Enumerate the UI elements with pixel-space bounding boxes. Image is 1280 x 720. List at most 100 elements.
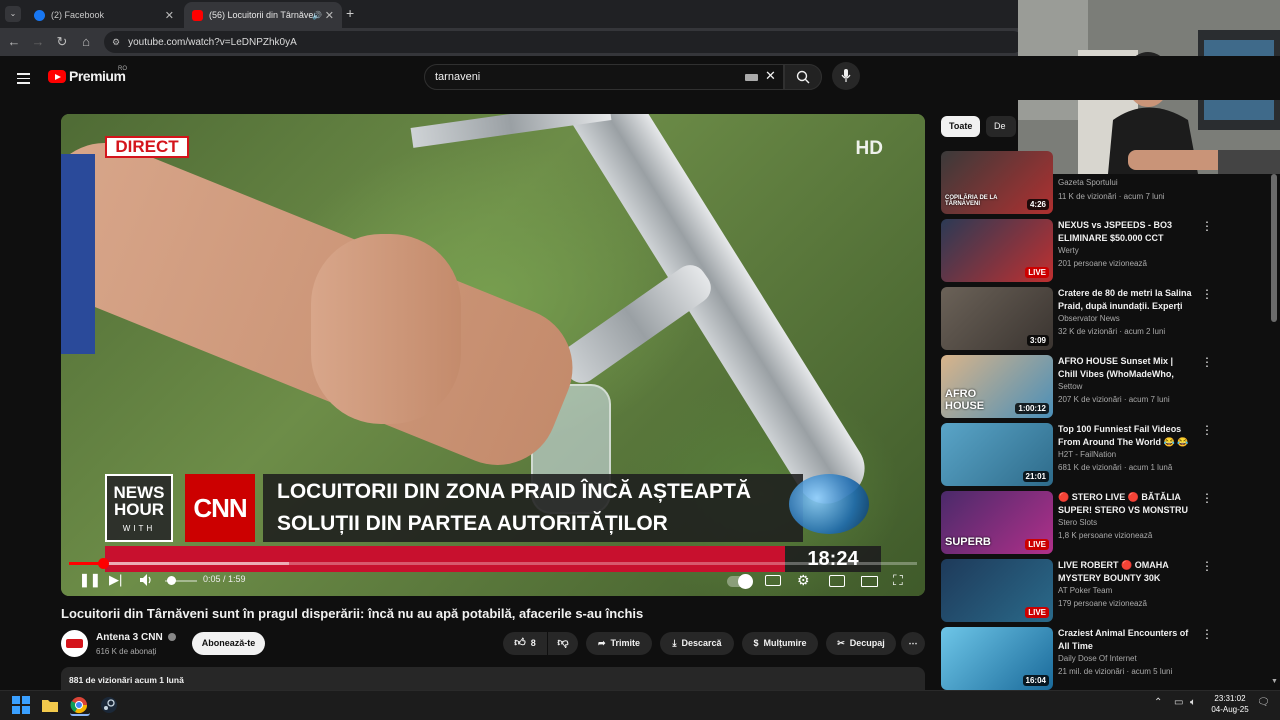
recommendation-title[interactable]: Cratere de 80 de metri la Salina Praid, …: [1058, 287, 1193, 313]
recommendation-item[interactable]: 3:09 Cratere de 80 de metri la Salina Pra…: [941, 287, 1271, 351]
youtube-logo-icon[interactable]: [48, 70, 66, 83]
recommendation-item[interactable]: 16:04 Craziest Animal Encounters of All T…: [941, 627, 1271, 691]
search-icon: [796, 70, 810, 84]
youtube-logo-text[interactable]: Premium: [69, 68, 126, 84]
file-explorer-icon[interactable]: [41, 696, 61, 716]
recommendation-channel[interactable]: Observator News: [1058, 314, 1120, 323]
recommendation-item[interactable]: LIVE LIVE ROBERT 🔴 OMAHA MYSTERY BOUNTY 3…: [941, 559, 1271, 623]
video-thumbnail[interactable]: LIVE: [941, 219, 1053, 282]
progress-scrubber[interactable]: [97, 558, 109, 569]
recommendation-item[interactable]: LIVE NEXUS vs JSPEEDS - BO3 ELIMINARE $50…: [941, 219, 1271, 283]
notifications-icon[interactable]: 🗨︎: [1257, 697, 1270, 708]
system-clock[interactable]: 23:31:02 04-Aug-25: [1208, 693, 1252, 715]
tab-facebook[interactable]: (2) Facebook ✕: [26, 2, 182, 28]
recommendation-item[interactable]: AFRO HOUSE 1:00:12 AFRO HOUSE Sunset Mix |…: [941, 355, 1271, 419]
time-display: 0:05 / 1:59: [203, 574, 246, 584]
recommendation-channel[interactable]: H2T - FailNation: [1058, 450, 1116, 459]
recommendation-title[interactable]: AFRO HOUSE Sunset Mix | Chill Vibes (Who…: [1058, 355, 1193, 381]
scroll-down-icon[interactable]: ▼: [1271, 678, 1278, 685]
back-icon[interactable]: ←: [6, 34, 22, 50]
dislike-button[interactable]: 👎︎: [548, 632, 578, 655]
more-vertical-icon[interactable]: ⋮: [1201, 559, 1213, 573]
recommendation-title[interactable]: NEXUS vs JSPEEDS - BO3 ELIMINARE $50.000…: [1058, 219, 1193, 245]
recommendation-item[interactable]: COPILĂRIA DE LA TÂRNĂVENI 4:26 Gazeta Spor…: [941, 151, 1271, 215]
miniplayer-icon[interactable]: [829, 575, 845, 587]
site-info-icon[interactable]: ⚙: [112, 37, 120, 48]
forward-icon[interactable]: →: [30, 34, 46, 50]
close-tab-icon[interactable]: ✕: [165, 9, 174, 22]
address-bar[interactable]: ⚙ youtube.com/watch?v=LeDNPZhk0yA: [104, 31, 1024, 53]
settings-gear-icon[interactable]: ⚙: [797, 572, 810, 588]
recommendation-title[interactable]: 🔴 STERO LIVE 🔴 BĂTĂLIA SUPER! STERO VS M…: [1058, 491, 1193, 517]
like-button[interactable]: 👍︎ 8: [503, 632, 547, 655]
more-actions-button[interactable]: ⋯: [901, 632, 925, 655]
menu-icon[interactable]: [17, 70, 30, 87]
network-icon[interactable]: ▭: [1174, 697, 1183, 708]
more-vertical-icon[interactable]: ⋮: [1201, 287, 1213, 301]
video-thumbnail[interactable]: AFRO HOUSE 1:00:12: [941, 355, 1053, 418]
recommendation-title[interactable]: Top 100 Funniest Fail Videos From Around…: [1058, 423, 1193, 449]
fullscreen-icon[interactable]: ⛶: [893, 572, 903, 588]
channel-name[interactable]: Antena 3 CNN: [96, 632, 177, 643]
recommendation-title[interactable]: Craziest Animal Encounters of All Time: [1058, 627, 1193, 653]
theater-mode-icon[interactable]: [861, 576, 878, 587]
next-icon[interactable]: ▶|: [109, 572, 122, 588]
speaker-icon[interactable]: 🔈︎: [1190, 697, 1196, 708]
video-thumbnail[interactable]: COPILĂRIA DE LA TÂRNĂVENI 4:26: [941, 151, 1053, 214]
video-player[interactable]: DIRECT HD NEWS HOUR WITH CNN LOCUITORII …: [61, 114, 925, 596]
volume-icon[interactable]: [139, 573, 153, 587]
download-button[interactable]: ⤓ Descarcă: [660, 632, 734, 655]
windows-start-icon[interactable]: [12, 696, 32, 716]
close-tab-icon[interactable]: ✕: [325, 9, 334, 22]
video-thumbnail[interactable]: SUPERB LIVE: [941, 491, 1053, 554]
pause-icon[interactable]: ❚❚: [79, 572, 101, 588]
recommendation-item[interactable]: SUPERB LIVE 🔴 STERO LIVE 🔴 BĂTĂLIA SUPER! …: [941, 491, 1271, 555]
channel-avatar[interactable]: [61, 630, 88, 657]
audio-playing-icon[interactable]: 🔊: [312, 11, 322, 20]
progress-bar[interactable]: [69, 558, 917, 569]
more-vertical-icon[interactable]: ⋮: [1201, 219, 1213, 233]
clear-search-icon[interactable]: ✕: [765, 68, 776, 84]
reload-icon[interactable]: ↻: [54, 34, 70, 50]
more-vertical-icon[interactable]: ⋮: [1201, 491, 1213, 505]
more-vertical-icon[interactable]: ⋮: [1201, 355, 1213, 369]
subtitles-icon[interactable]: [765, 575, 781, 586]
clip-button[interactable]: ✂ Decupaj: [826, 632, 896, 655]
chip-all[interactable]: Toate: [941, 116, 981, 137]
recommendation-title[interactable]: LIVE ROBERT 🔴 OMAHA MYSTERY BOUNTY 30K F…: [1058, 559, 1193, 585]
video-thumbnail[interactable]: 3:09: [941, 287, 1053, 350]
thanks-button[interactable]: $ Mulțumire: [742, 632, 818, 655]
subscribe-button[interactable]: Abonează-te: [192, 632, 265, 655]
volume-slider[interactable]: [165, 576, 197, 585]
recommendation-channel[interactable]: Gazeta Sportului: [1058, 178, 1118, 187]
recommendation-channel[interactable]: Settow: [1058, 382, 1082, 391]
more-vertical-icon[interactable]: ⋮: [1201, 627, 1213, 641]
recommendation-channel[interactable]: AT Poker Team: [1058, 586, 1112, 595]
share-button[interactable]: ➦ Trimite: [586, 632, 652, 655]
video-thumbnail[interactable]: 21:01: [941, 423, 1053, 486]
chrome-icon[interactable]: [70, 696, 90, 716]
home-icon[interactable]: ⌂: [78, 34, 94, 50]
chip-from[interactable]: De la: [986, 116, 1016, 137]
microphone-icon: [841, 69, 851, 82]
tray-overflow-icon[interactable]: ⌃: [1154, 697, 1162, 708]
autoplay-toggle[interactable]: [727, 574, 753, 589]
new-tab-button[interactable]: +: [346, 5, 354, 21]
recommendation-channel[interactable]: Daily Dose Of Internet: [1058, 654, 1137, 663]
search-button[interactable]: [784, 64, 822, 90]
tab-search-button[interactable]: ⌄: [5, 6, 21, 22]
thumbnail-caption: SUPERB: [945, 535, 991, 548]
steam-icon[interactable]: [100, 696, 120, 716]
more-vertical-icon[interactable]: ⋮: [1201, 423, 1213, 437]
search-input[interactable]: tarnaveni ✕: [424, 64, 784, 90]
keyboard-icon[interactable]: [745, 74, 758, 81]
tab-youtube[interactable]: (56) Locuitorii din Târnăveni 🔊 ✕: [184, 2, 342, 28]
sidebar-scrollbar[interactable]: [1271, 174, 1277, 322]
recommendation-channel[interactable]: Werty: [1058, 246, 1079, 255]
video-thumbnail[interactable]: 16:04: [941, 627, 1053, 690]
description-box[interactable]: 881 de vizionări acum 1 lună: [61, 667, 925, 691]
video-thumbnail[interactable]: LIVE: [941, 559, 1053, 622]
recommendation-item[interactable]: 21:01 Top 100 Funniest Fail Videos From A…: [941, 423, 1271, 487]
voice-search-button[interactable]: [832, 62, 860, 90]
recommendation-channel[interactable]: Stero Slots: [1058, 518, 1097, 527]
